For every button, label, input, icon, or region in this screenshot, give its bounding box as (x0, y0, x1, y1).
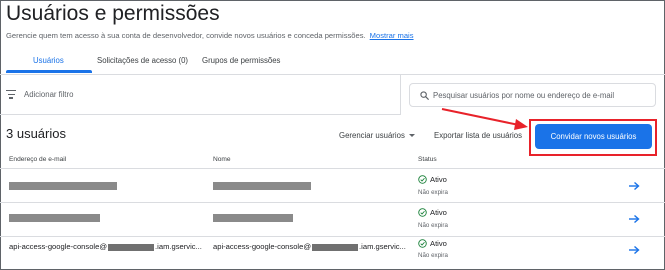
manage-users-label: Gerenciar usuários (339, 131, 405, 140)
redacted-email (9, 214, 100, 222)
active-tab-indicator (6, 70, 92, 73)
export-users-button[interactable]: Exportar lista de usuários (434, 131, 522, 140)
redacted-name (213, 214, 293, 222)
page-description: Gerencie quem tem acesso à sua conta de … (6, 31, 414, 40)
redacted-email (9, 182, 117, 190)
table-row[interactable]: Ativo Não expira (0, 169, 665, 203)
user-count: 3 usuários (6, 126, 66, 141)
invite-users-button[interactable]: Convidar novos usuários (535, 124, 652, 149)
add-filter-button[interactable]: Adicionar filtro (24, 90, 73, 99)
table-row[interactable]: api-access-google-console@ .iam.gservic..… (0, 237, 665, 270)
status-expiry: Não expira (418, 222, 448, 229)
column-header-name: Nome (213, 156, 231, 163)
redacted-segment (108, 243, 155, 251)
tab-users[interactable]: Usuários (33, 56, 64, 65)
name-suffix: .iam.gservic... (359, 242, 406, 251)
email-cell: api-access-google-console@ .iam.gservic..… (9, 242, 202, 251)
status-text: Ativo (430, 175, 447, 184)
search-icon (420, 91, 429, 100)
email-prefix: api-access-google-console@ (9, 242, 108, 251)
show-more-link[interactable]: Mostrar mais (370, 31, 414, 40)
email-suffix: .iam.gservic... (155, 242, 202, 251)
redacted-segment (312, 243, 359, 251)
status-expiry: Não expira (418, 189, 448, 196)
search-box[interactable] (409, 83, 656, 107)
status-text: Ativo (430, 239, 447, 248)
name-cell: api-access-google-console@ .iam.gservic..… (213, 242, 406, 251)
tab-access-requests[interactable]: Solicitações de acesso (0) (97, 56, 188, 65)
check-circle-icon (418, 208, 427, 217)
column-header-status: Status (418, 156, 437, 163)
manage-users-dropdown[interactable]: Gerenciar usuários (339, 131, 415, 140)
dropdown-caret-icon (408, 134, 415, 138)
table-row[interactable]: Ativo Não expira (0, 203, 665, 237)
redacted-name (213, 182, 311, 190)
tab-bar: Usuários Solicitações de acesso (0) Grup… (6, 50, 656, 74)
arrow-right-icon[interactable] (628, 214, 640, 224)
name-prefix: api-access-google-console@ (213, 242, 312, 251)
filter-list-icon[interactable] (6, 90, 16, 99)
check-circle-icon (418, 239, 427, 248)
column-header-email: Endereço de e-mail (9, 156, 67, 163)
status-text: Ativo (430, 208, 447, 217)
filter-bar: Adicionar filtro (0, 75, 400, 115)
arrow-right-icon[interactable] (628, 245, 640, 255)
search-input[interactable] (433, 88, 651, 103)
tab-permission-groups[interactable]: Grupos de permissões (202, 56, 280, 65)
page-description-text: Gerencie quem tem acesso à sua conta de … (6, 31, 366, 40)
filter-search-divider (400, 75, 401, 115)
page-title: Usuários e permissões (6, 2, 220, 25)
arrow-right-icon[interactable] (628, 181, 640, 191)
check-circle-icon (418, 175, 427, 184)
status-expiry: Não expira (418, 252, 448, 259)
